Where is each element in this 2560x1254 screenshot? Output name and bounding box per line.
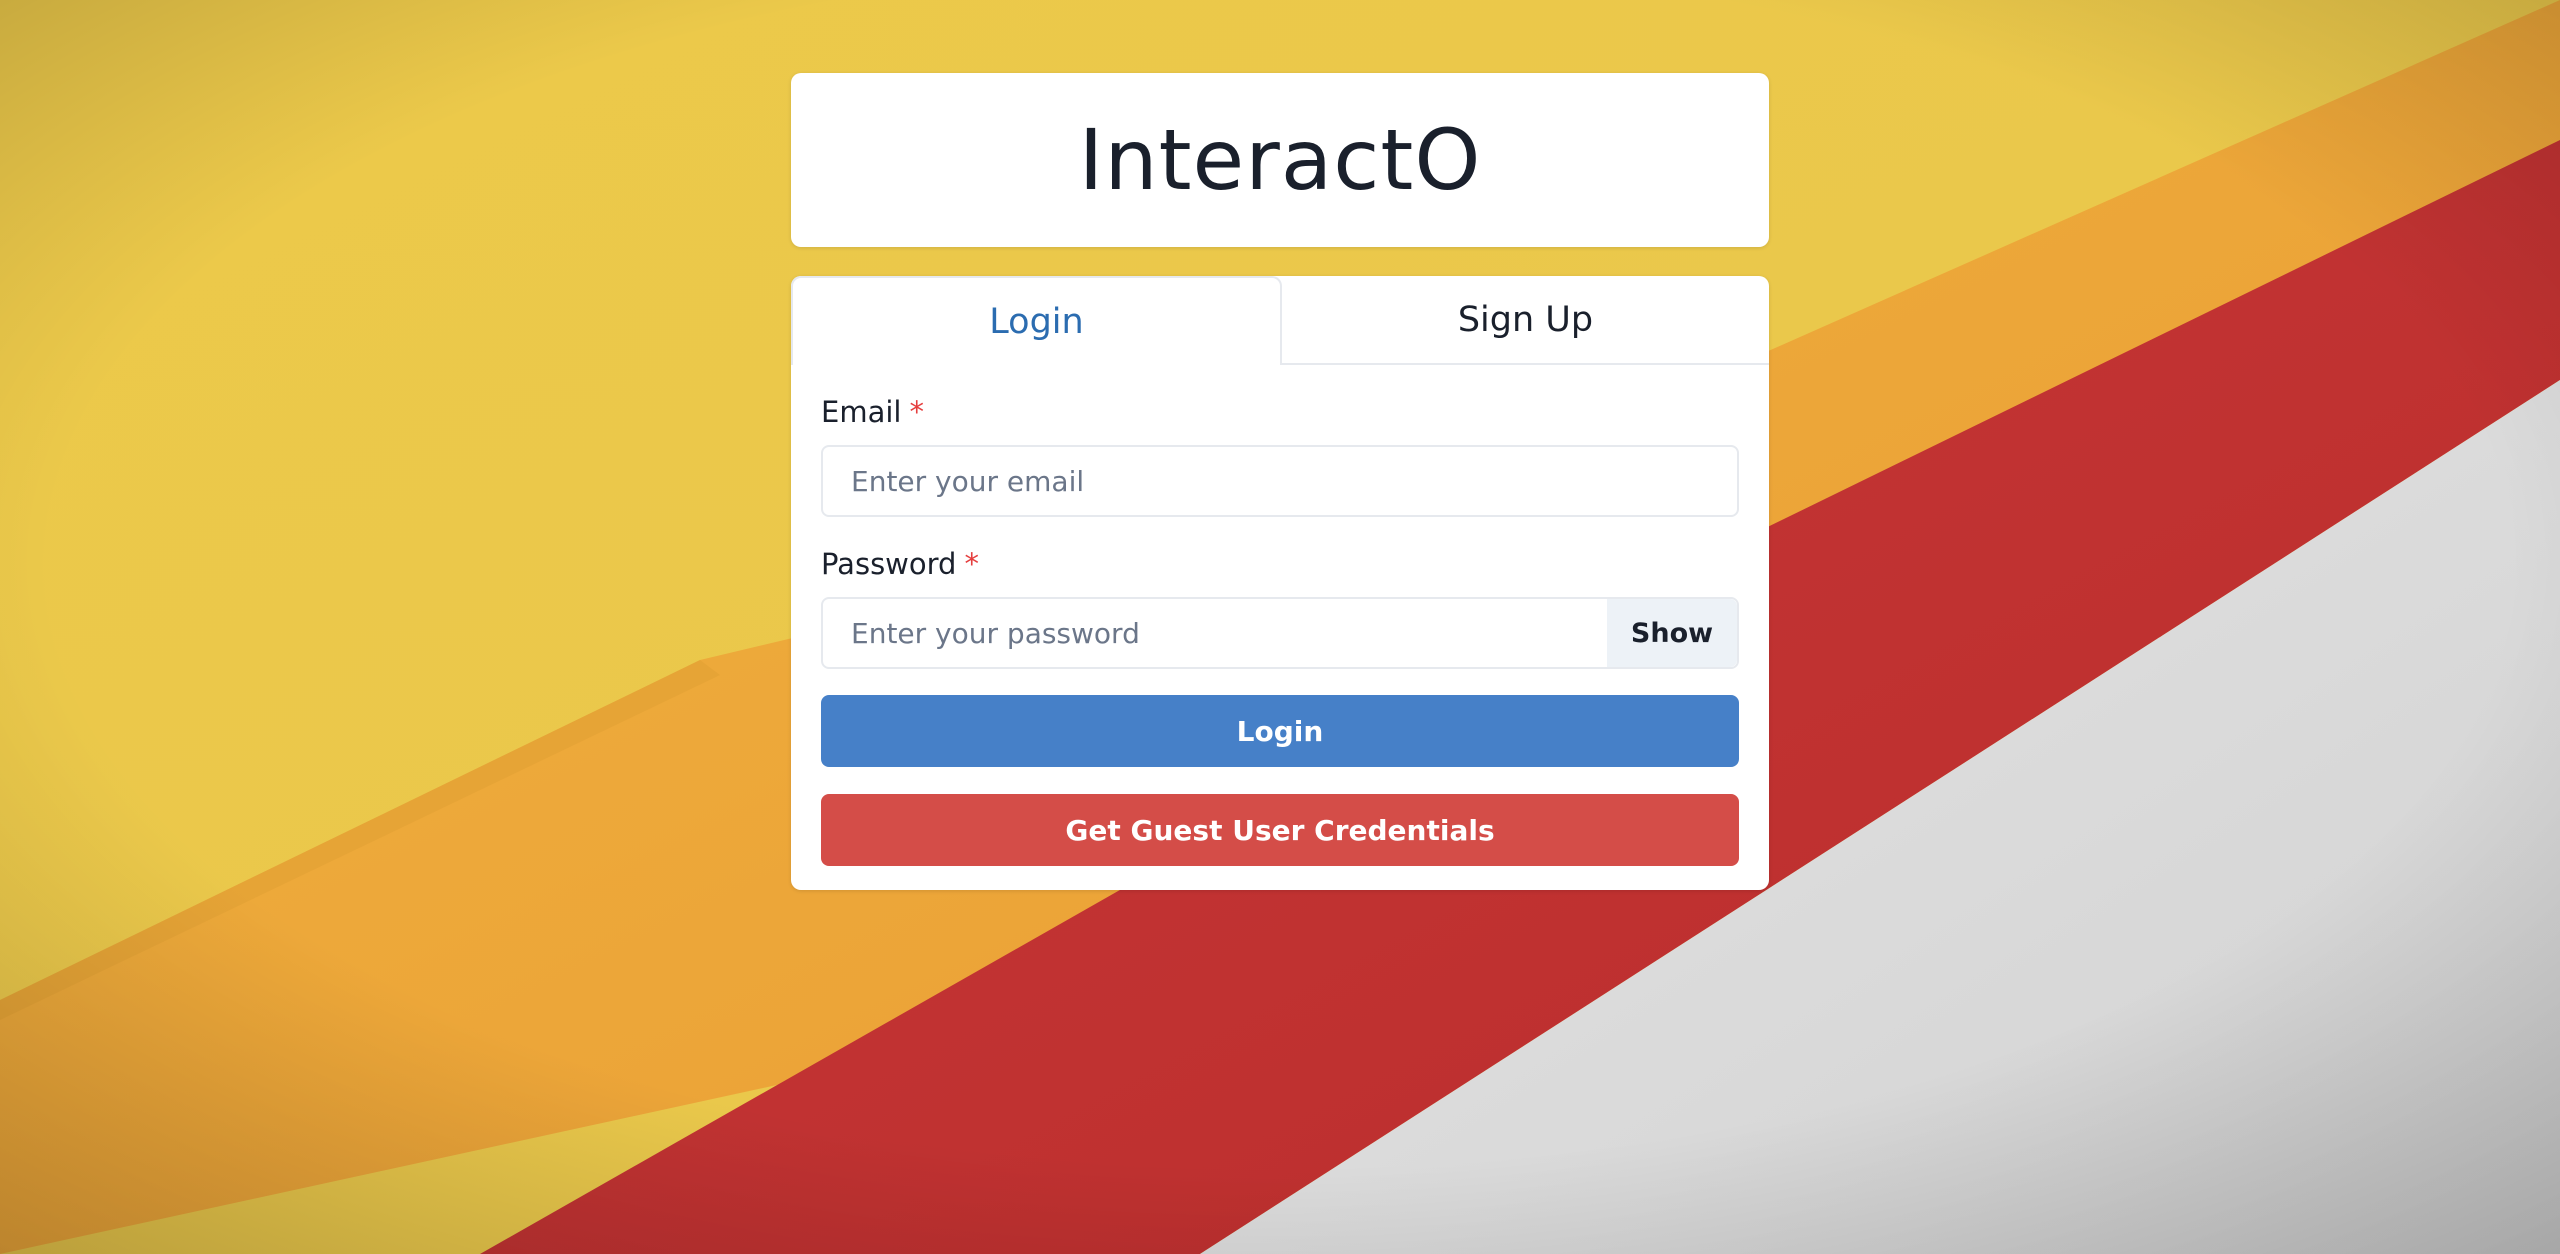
show-password-button[interactable]: Show <box>1607 599 1737 667</box>
password-field-wrapper: Show <box>821 597 1739 669</box>
app-title: InteractO <box>1078 111 1482 209</box>
login-button[interactable]: Login <box>821 695 1739 767</box>
email-label: Email * <box>821 393 1739 431</box>
email-field-wrapper <box>821 445 1739 517</box>
email-required-marker: * <box>909 395 924 429</box>
app-title-card: InteractO <box>791 73 1769 247</box>
login-form: Email * Password * Show Login Get Guest … <box>791 393 1769 866</box>
auth-card: Login Sign Up Email * Password * Show Lo… <box>791 276 1769 890</box>
password-input[interactable] <box>823 599 1607 667</box>
email-input[interactable] <box>823 447 1737 515</box>
password-required-marker: * <box>964 547 979 581</box>
password-label: Password * <box>821 545 1739 583</box>
email-label-text: Email <box>821 395 902 429</box>
guest-credentials-button[interactable]: Get Guest User Credentials <box>821 794 1739 866</box>
tab-sign-up[interactable]: Sign Up <box>1282 276 1769 363</box>
auth-tabs: Login Sign Up <box>791 276 1769 365</box>
tab-login[interactable]: Login <box>791 276 1282 365</box>
password-label-text: Password <box>821 547 957 581</box>
